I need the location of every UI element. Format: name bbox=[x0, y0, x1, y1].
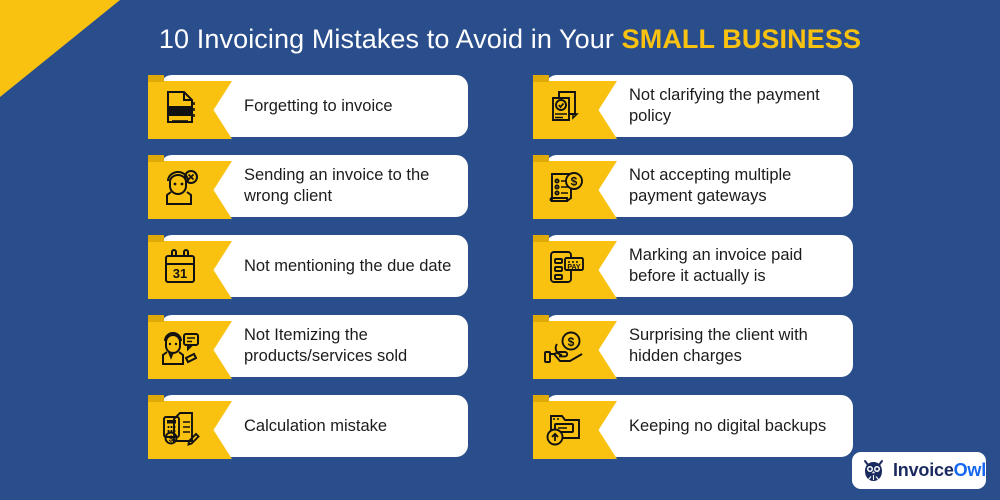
list-item[interactable]: Sending an invoice to the wrong client bbox=[148, 155, 468, 219]
policy-check-icon bbox=[543, 88, 587, 126]
svg-text:$: $ bbox=[571, 175, 578, 189]
infographic-canvas: 10 Invoicing Mistakes to Avoid in Your S… bbox=[0, 0, 1000, 500]
logo-word-owl: Owl bbox=[953, 460, 987, 480]
svg-text:$: $ bbox=[568, 335, 575, 349]
owl-icon bbox=[863, 459, 884, 482]
svg-text:PAY: PAY bbox=[567, 264, 581, 271]
payment-gateway-icon: $ bbox=[543, 168, 587, 206]
logo-wordmark: InvoiceOwl bbox=[893, 460, 986, 481]
calculator-invoice-icon: $ bbox=[158, 408, 202, 446]
list-item-label: Not accepting multiple payment gateways bbox=[629, 166, 792, 205]
calendar-31-icon: 31 bbox=[158, 248, 202, 286]
list-item[interactable]: Not Itemizing the products/services sold bbox=[148, 315, 468, 379]
list-item[interactable]: Keeping no digital backups bbox=[533, 395, 853, 459]
wrong-client-icon bbox=[158, 168, 202, 206]
list-item[interactable]: $ Surprising the client with hidden char… bbox=[533, 315, 853, 379]
page-title-accent: SMALL BUSINESS bbox=[621, 24, 862, 54]
card-banner-fold bbox=[148, 315, 164, 322]
invoiceowl-logo[interactable]: InvoiceOwl bbox=[852, 452, 986, 489]
logo-word-invoice: Invoice bbox=[893, 460, 954, 480]
page-title: 10 Invoicing Mistakes to Avoid in Your S… bbox=[0, 22, 1000, 56]
list-item-label: Not mentioning the due date bbox=[244, 256, 452, 275]
card-banner-fold bbox=[533, 315, 549, 322]
list-item[interactable]: Not clarifying the payment policy bbox=[533, 75, 853, 139]
card-banner-fold bbox=[533, 395, 549, 402]
card-banner-fold bbox=[148, 75, 164, 82]
right-card-column: Not clarifying the payment policy $ Not … bbox=[533, 75, 853, 475]
invoice-document-icon bbox=[158, 88, 202, 126]
hand-coin-icon: $ bbox=[543, 328, 587, 366]
folder-backup-icon bbox=[543, 408, 587, 446]
list-item[interactable]: $ Calculation mistake bbox=[148, 395, 468, 459]
list-item-label: Surprising the client with hidden charge… bbox=[629, 326, 808, 365]
page-title-prefix: 10 Invoicing Mistakes to Avoid in Your bbox=[158, 24, 622, 54]
mobile-pay-icon: PAY bbox=[543, 248, 587, 286]
card-banner-fold bbox=[533, 155, 549, 162]
list-item[interactable]: PAY Marking an invoice paid before it ac… bbox=[533, 235, 853, 299]
card-banner-fold bbox=[533, 235, 549, 242]
list-item-label: Keeping no digital backups bbox=[629, 416, 827, 435]
svg-text:31: 31 bbox=[173, 266, 187, 281]
svg-text:$: $ bbox=[169, 434, 174, 443]
agent-chat-icon bbox=[158, 328, 202, 366]
list-item-label: Marking an invoice paid before it actual… bbox=[629, 246, 803, 285]
list-item[interactable]: 31 Not mentioning the due date bbox=[148, 235, 468, 299]
list-item-label: Sending an invoice to the wrong client bbox=[244, 166, 430, 205]
card-banner-fold bbox=[148, 155, 164, 162]
list-item-label: Calculation mistake bbox=[244, 416, 388, 435]
left-card-column: Forgetting to invoice Sending an invoice… bbox=[148, 75, 468, 475]
list-item-label: Not Itemizing the products/services sold bbox=[244, 326, 408, 365]
list-item-label: Not clarifying the payment policy bbox=[629, 86, 820, 125]
card-banner-fold bbox=[148, 235, 164, 242]
list-item[interactable]: $ Not accepting multiple payment gateway… bbox=[533, 155, 853, 219]
card-banner-fold bbox=[533, 75, 549, 82]
card-banner-fold bbox=[148, 395, 164, 402]
list-item[interactable]: Forgetting to invoice bbox=[148, 75, 468, 139]
list-item-label: Forgetting to invoice bbox=[244, 96, 393, 115]
